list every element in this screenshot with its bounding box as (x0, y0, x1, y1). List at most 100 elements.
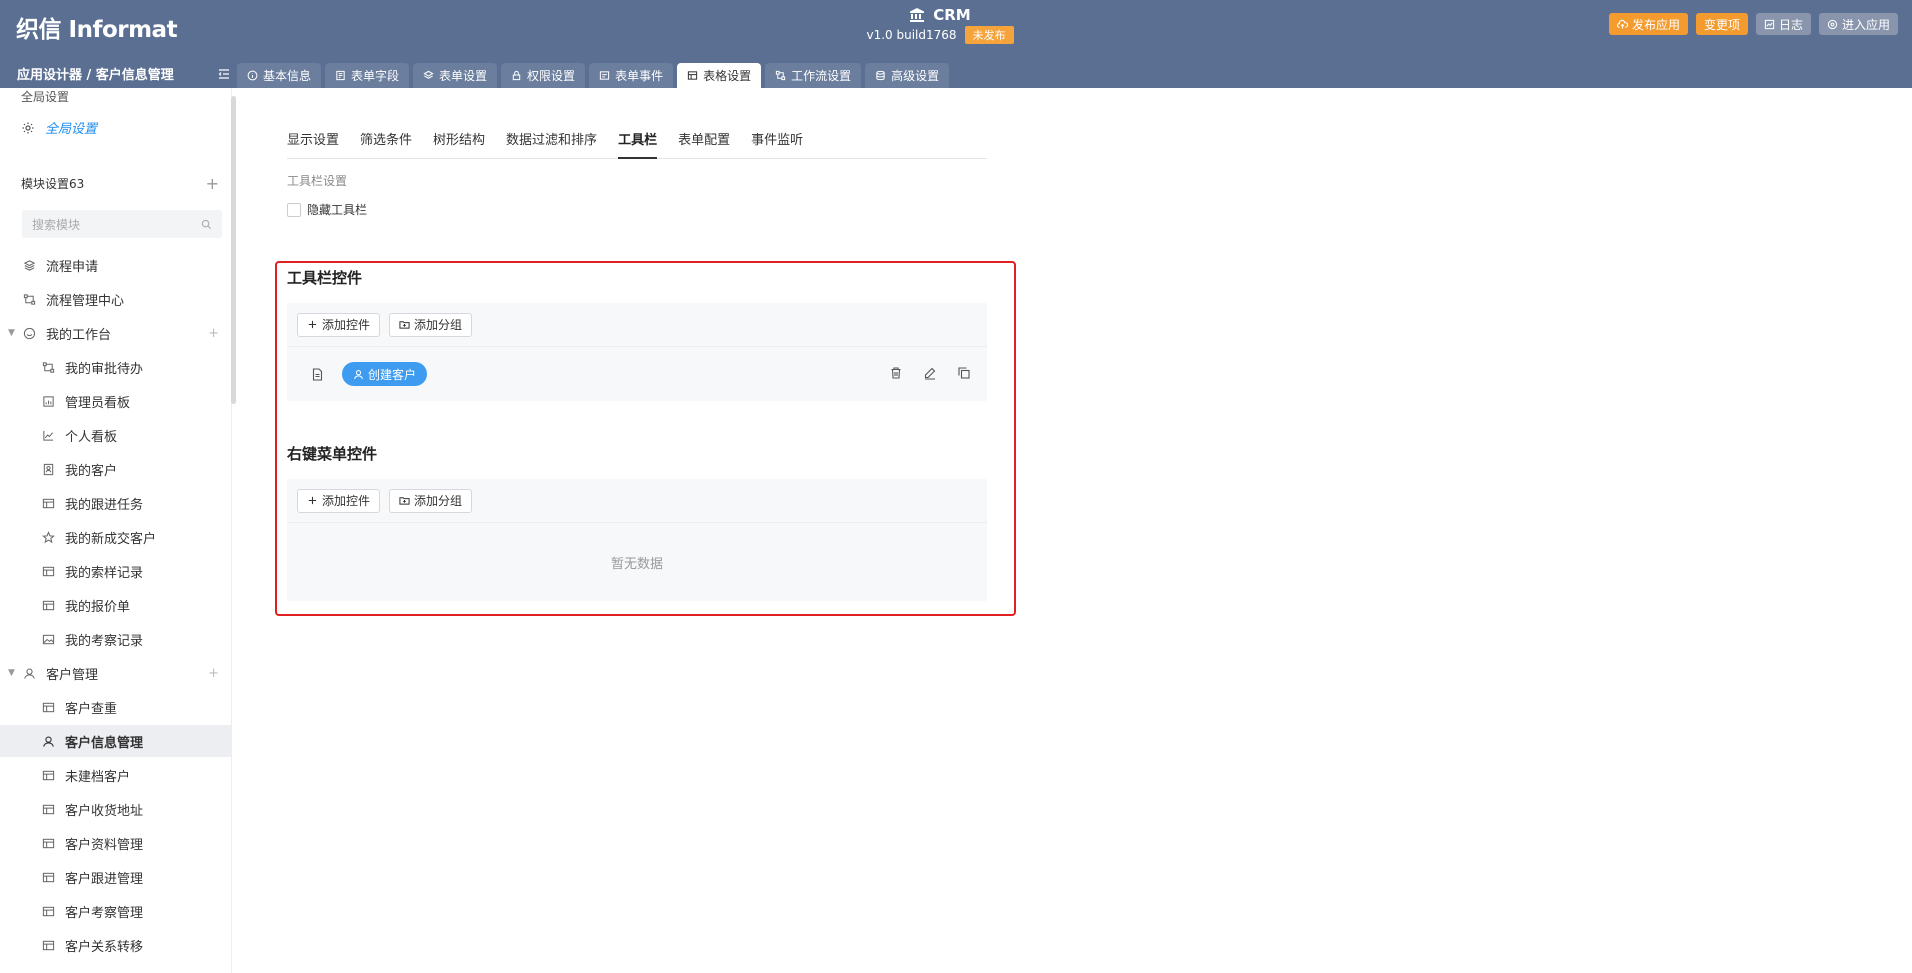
collapse-sidebar-icon[interactable] (218, 68, 230, 80)
breadcrumb: 应用设计器 / 客户信息管理 (17, 68, 174, 83)
sidebar-section-label: 全局设置 (21, 90, 70, 104)
add-icon[interactable]: + (208, 326, 219, 341)
flow-icon (41, 360, 55, 374)
tab-form-fields[interactable]: 表单字段 (325, 63, 410, 88)
sidebar-item-customer-transfer[interactable]: 客户关系转移 (0, 929, 231, 961)
copy-icon[interactable] (957, 366, 971, 380)
sidebar-scrollbar[interactable] (231, 96, 236, 404)
user-icon (354, 369, 363, 379)
add-control-button[interactable]: 添加控件 (297, 312, 381, 337)
tab-basic-info[interactable]: 基本信息 (237, 63, 322, 88)
sidebar-item-admin-dashboard[interactable]: 管理员看板 (0, 385, 231, 417)
subtab-data-filter-sort[interactable]: 数据过滤和排序 (506, 125, 597, 159)
sidebar-item-my-quotes[interactable]: 我的报价单 (0, 589, 231, 621)
table-icon (41, 496, 55, 510)
designer-tabs: 基本信息 表单字段 表单设置 权限设置 表单事件 表格设置 工作流设置 高级设置 (237, 63, 950, 88)
sidebar-item-my-approvals[interactable]: 我的审批待办 (0, 351, 231, 383)
hide-toolbar-checkbox[interactable] (287, 202, 301, 217)
add-group-button[interactable]: 添加分组 (389, 312, 473, 337)
plus-icon (308, 496, 317, 505)
sidebar-item-my-sample-records[interactable]: 我的索样记录 (0, 555, 231, 587)
sidebar-item-customer-dedupe[interactable]: 客户查重 (0, 691, 231, 723)
sidebar: 全局设置 全局设置 模块设置63 + 搜索模块 流程申请 流程管理中心 ▼ 我的… (0, 88, 232, 973)
create-customer-button[interactable]: 创建客户 (342, 362, 428, 386)
target-icon (1827, 19, 1838, 29)
sidebar-item-personal-dashboard[interactable]: 个人看板 (0, 419, 231, 451)
table-icon (41, 802, 55, 816)
enter-app-button[interactable]: 进入应用 (1818, 13, 1898, 35)
toolbar-controls-panel: 添加控件 添加分组 创建客户 (287, 303, 987, 401)
publish-button[interactable]: 发布应用 (1608, 13, 1688, 35)
add-control-button[interactable]: 添加控件 (297, 488, 381, 513)
subtab-display[interactable]: 显示设置 (287, 125, 339, 159)
subtab-filter[interactable]: 筛选条件 (360, 125, 412, 159)
hide-toolbar-option[interactable]: 隐藏工具栏 (287, 201, 367, 218)
tab-advanced-settings[interactable]: 高级设置 (865, 63, 950, 88)
app-version: v1.0 build1768 (866, 28, 957, 42)
context-menu-controls-panel: 添加控件 添加分组 暂无数据 (287, 479, 987, 601)
document-icon (312, 367, 323, 381)
lock-icon (512, 70, 521, 81)
sidebar-item-my-inspection-records[interactable]: 我的考察记录 (0, 623, 231, 655)
subtab-form-config[interactable]: 表单配置 (678, 125, 730, 159)
database-icon (876, 70, 885, 81)
log-button[interactable]: 日志 (1755, 13, 1811, 35)
app-title: CRM (860, 6, 1020, 24)
table-icon (41, 768, 55, 782)
top-header: 织信 Informat CRM v1.0 build1768 未发布 发布应用 … (0, 0, 1912, 88)
changes-button[interactable]: 变更项 (1695, 13, 1748, 35)
info-icon (247, 70, 258, 81)
status-badge: 未发布 (964, 26, 1014, 44)
image-icon (41, 632, 55, 646)
workflow-icon (775, 70, 786, 81)
gear-icon (22, 122, 34, 133)
toolbar-controls-title: 工具栏控件 (287, 269, 363, 287)
tab-workflow-settings[interactable]: 工作流设置 (765, 63, 862, 88)
table-icon (41, 870, 55, 884)
sidebar-item-shipping-addresses[interactable]: 客户收货地址 (0, 793, 231, 825)
module-settings-header: 模块设置63 + (21, 174, 219, 193)
subtab-tree[interactable]: 树形结构 (433, 125, 485, 159)
tab-form-settings[interactable]: 表单设置 (413, 63, 498, 88)
sidebar-item-customer-inspections[interactable]: 客户考察管理 (0, 895, 231, 927)
app-logo: 织信 Informat (16, 17, 178, 43)
sidebar-item-unfiled-customers[interactable]: 未建档客户 (0, 759, 231, 791)
delete-icon[interactable] (889, 366, 903, 380)
tab-permission-settings[interactable]: 权限设置 (501, 63, 586, 88)
app-name: CRM (933, 6, 971, 24)
plus-icon (308, 320, 317, 329)
tab-form-events[interactable]: 表单事件 (589, 63, 674, 88)
sidebar-item-customer-followups[interactable]: 客户跟进管理 (0, 861, 231, 893)
table-icon (687, 71, 698, 80)
module-search-input[interactable]: 搜索模块 (22, 210, 222, 238)
add-module-icon[interactable]: + (206, 174, 219, 193)
smile-icon (22, 326, 36, 340)
empty-state: 暂无数据 (610, 556, 663, 572)
star-icon (41, 530, 55, 544)
folder-plus-icon (399, 321, 410, 329)
table-icon (41, 564, 55, 578)
toolbar-control-row: 创建客户 (287, 347, 987, 401)
toolbar-settings-label: 工具栏设置 (287, 174, 348, 188)
table-icon (41, 700, 55, 714)
sidebar-item-my-new-deals[interactable]: 我的新成交客户 (0, 521, 231, 553)
edit-icon[interactable] (923, 366, 937, 380)
sidebar-group-customer-management[interactable]: ▼ 客户管理 + (0, 657, 231, 689)
subtab-toolbar[interactable]: 工具栏 (618, 125, 658, 159)
sidebar-item-customer-documents[interactable]: 客户资料管理 (0, 827, 231, 859)
add-icon[interactable]: + (208, 666, 219, 681)
flow-icon (22, 292, 36, 306)
subtab-event-listeners[interactable]: 事件监听 (751, 125, 803, 159)
tab-table-settings[interactable]: 表格设置 (677, 63, 762, 88)
sidebar-global-settings[interactable]: 全局设置 (21, 118, 97, 137)
sidebar-item-customer-info-management[interactable]: 客户信息管理 (0, 725, 231, 757)
dashboard-icon (41, 394, 55, 408)
sidebar-item-process-apply[interactable]: 流程申请 (0, 249, 231, 281)
sidebar-item-my-customers[interactable]: 我的客户 (0, 453, 231, 485)
add-group-button[interactable]: 添加分组 (389, 488, 473, 513)
sidebar-group-workbench[interactable]: ▼ 我的工作台 + (0, 317, 231, 349)
sidebar-item-my-followup-tasks[interactable]: 我的跟进任务 (0, 487, 231, 519)
table-settings-subtabs: 显示设置 筛选条件 树形结构 数据过滤和排序 工具栏 表单配置 事件监听 (287, 125, 987, 159)
table-icon (41, 598, 55, 612)
sidebar-item-process-center[interactable]: 流程管理中心 (0, 283, 231, 315)
